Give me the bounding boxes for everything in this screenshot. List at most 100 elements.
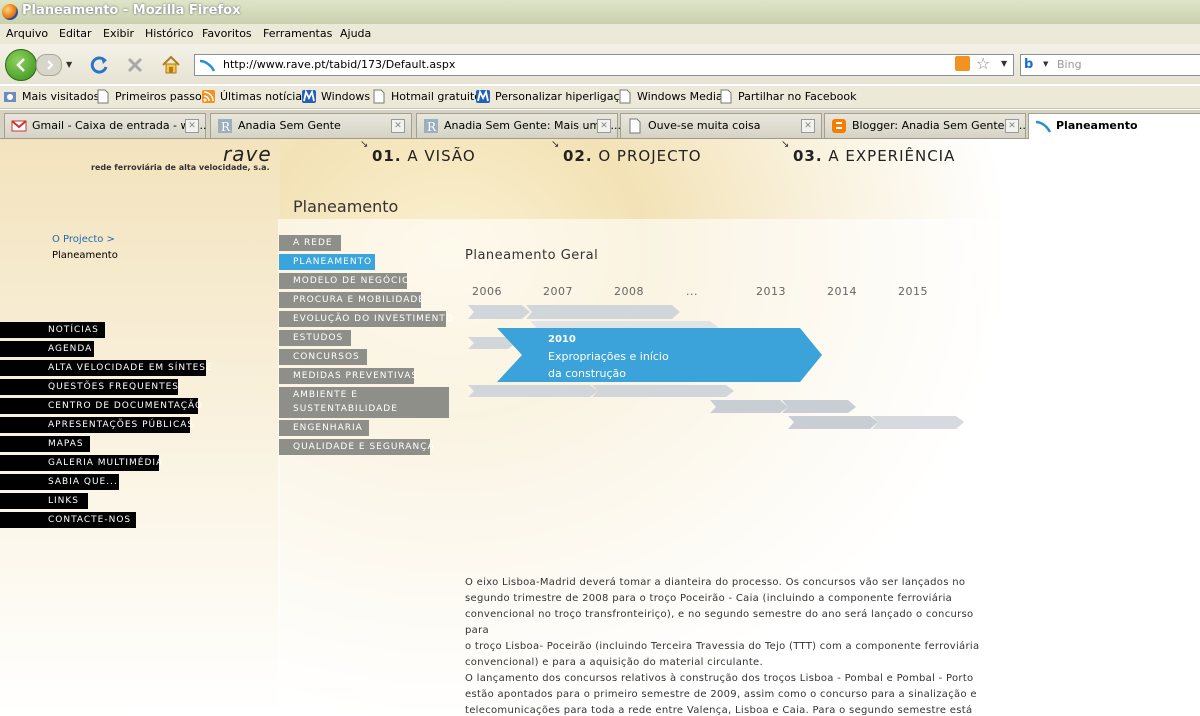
subnav-evolucao-investimento[interactable]: EVOLUÇÃO DO INVESTIMENTO: [279, 311, 453, 327]
timeline-year: 2015: [898, 285, 928, 298]
back-arrow-icon: [16, 58, 25, 72]
address-bar[interactable]: http://www.rave.pt/tabid/173/Default.asp…: [194, 54, 1014, 76]
msn-icon: [476, 89, 490, 103]
tab-ouve-se[interactable]: Ouve-se muita coisa ✕: [620, 113, 822, 138]
history-dropdown-icon[interactable]: ▼: [66, 60, 72, 69]
body-paragraph-1: O eixo Lisboa-Madrid deverá tomar a dian…: [465, 577, 980, 668]
subnav-ambiente-sustentabilidade[interactable]: AMBIENTE E SUSTENTABILIDADE: [279, 387, 449, 418]
close-tab-icon[interactable]: ✕: [597, 119, 611, 133]
menu-historico[interactable]: Histórico: [145, 27, 193, 40]
timeline-year: 2008: [614, 285, 644, 298]
menu-exibir[interactable]: Exibir: [103, 27, 134, 40]
subnav-engenharia[interactable]: ENGENHARIA: [279, 420, 369, 436]
page-icon: [619, 89, 631, 104]
timeline-highlight-year: 2010: [548, 334, 576, 345]
subnav-concursos[interactable]: CONCURSOS: [279, 349, 367, 365]
forward-button[interactable]: [36, 54, 62, 76]
topnav-o-projecto[interactable]: ↘ 02. O PROJECTO: [551, 139, 702, 165]
svg-text:R: R: [221, 120, 231, 134]
menu-ajuda[interactable]: Ajuda: [340, 27, 371, 40]
timeline-year: 2014: [827, 285, 857, 298]
section-title: Planeamento Geral: [465, 248, 599, 263]
home-icon[interactable]: [160, 54, 182, 76]
search-placeholder: Bing: [1057, 58, 1082, 71]
leftnav-galeria-multimedia[interactable]: GALERIA MULTIMÉDIA: [0, 455, 162, 471]
subnav-estudos[interactable]: ESTUDOS: [279, 330, 351, 346]
page-icon: [373, 89, 385, 104]
menu-favoritos[interactable]: Favoritos: [202, 27, 252, 40]
timeline-bar: [872, 416, 964, 429]
timeline-bar: [468, 385, 598, 397]
web-page: rave rede ferroviária de alta velocidade…: [0, 139, 1200, 716]
timeline-year: ...: [686, 285, 698, 298]
leftnav-links[interactable]: LINKS: [0, 493, 88, 509]
topnav-a-visao[interactable]: ↘ 01. A VISÃO: [360, 139, 476, 165]
tab-planeamento[interactable]: Planeamento: [1028, 113, 1200, 139]
tab-blogger[interactable]: Blogger: Anadia Sem Gente - ... ✕: [824, 113, 1026, 138]
bing-engine-icon[interactable]: b: [1024, 57, 1033, 72]
subnav-procura-mobilidade[interactable]: PROCURA E MOBILIDADE: [279, 292, 424, 308]
timeline-bar: [468, 305, 530, 319]
site-favicon-icon: [1035, 120, 1051, 133]
close-tab-icon[interactable]: ✕: [391, 119, 405, 133]
breadcrumb-parent-link[interactable]: O Projecto >: [52, 234, 115, 245]
rss-feed-icon[interactable]: [955, 56, 970, 71]
engine-dropdown-icon[interactable]: ▼: [1043, 60, 1048, 68]
timeline-highlight-line2: da construção: [548, 367, 627, 380]
close-tab-icon[interactable]: ✕: [801, 119, 815, 133]
menu-arquivo[interactable]: Arquivo: [6, 27, 48, 40]
tab-anadia-sem-gente[interactable]: R Anadia Sem Gente ✕: [210, 113, 412, 138]
leftnav-noticias[interactable]: NOTÍCIAS: [0, 322, 105, 338]
tab-anadia-mais-uma[interactable]: R Anadia Sem Gente: Mais uma ... ✕: [416, 113, 621, 138]
stop-icon[interactable]: [124, 54, 146, 76]
leftnav-contacte-nos[interactable]: CONTACTE-NOS: [0, 512, 136, 528]
bookmarks-toolbar: Mais visitados Primeiros passos Últimas …: [0, 86, 1200, 109]
subnav-planeamento[interactable]: PLANEAMENTO: [279, 254, 375, 270]
back-button[interactable]: [5, 49, 37, 81]
bookmark-star-icon[interactable]: ☆: [976, 54, 990, 73]
tab-gmail[interactable]: Gmail - Caixa de entrada - wo... ✕: [4, 113, 207, 138]
close-tab-icon[interactable]: ✕: [185, 119, 199, 133]
subnav-modelo-negocio[interactable]: MODELO DE NEGÓCIO: [279, 273, 409, 289]
leftnav-sabia-que[interactable]: SABIA QUE...: [0, 474, 119, 490]
url-dropdown-icon[interactable]: ▼: [1001, 59, 1007, 68]
timeline-year: 2013: [756, 285, 786, 298]
page-title: Planeamento: [293, 197, 399, 216]
timeline-highlight-line1: Expropriações e início: [548, 350, 669, 363]
leftnav-mapas[interactable]: MAPAS: [0, 436, 90, 452]
logo-tagline: rede ferroviária de alta velocidade, s.a…: [91, 163, 270, 172]
blog-r-icon: R: [424, 119, 438, 134]
subnav-qualidade-seguranca[interactable]: QUALIDADE E SEGURANÇA: [279, 439, 434, 455]
url-text: http://www.rave.pt/tabid/173/Default.asp…: [223, 58, 456, 71]
site-favicon-icon: [199, 59, 215, 72]
blogger-icon: [832, 119, 846, 133]
breadcrumb-current: Planeamento: [52, 250, 118, 261]
reload-icon[interactable]: [88, 54, 110, 76]
subnav-a-rede[interactable]: A REDE: [279, 235, 341, 251]
timeline-bar: [710, 400, 788, 413]
tab-strip: Gmail - Caixa de entrada - wo... ✕ R Ana…: [0, 110, 1200, 139]
window-title-bar: Planeamento - Mozilla Firefox: [0, 0, 1200, 25]
leftnav-centro-documentacao[interactable]: CENTRO DE DOCUMENTAÇÃO: [0, 398, 202, 414]
blog-r-icon: R: [218, 119, 232, 134]
subnav-medidas-preventivas[interactable]: MEDIDAS PREVENTIVAS: [279, 368, 417, 384]
search-box[interactable]: b ▼ Bing: [1020, 54, 1200, 76]
leftnav-apresentacoes-publicas[interactable]: APRESENTAÇÕES PÚBLICAS: [0, 417, 193, 433]
timeline-gantt: [468, 305, 964, 429]
menu-bar: Arquivo Editar Exibir Histórico Favorito…: [0, 24, 1200, 44]
leftnav-questoes-frequentes[interactable]: QUESTÕES FREQUENTES: [0, 379, 178, 395]
timeline-bar: [788, 416, 878, 429]
leftnav-alta-velocidade[interactable]: ALTA VELOCIDADE EM SÍNTESE: [0, 360, 212, 376]
page-icon: [720, 89, 732, 104]
corner-arrow-icon: ↘: [360, 139, 370, 150]
timeline-year: 2007: [543, 285, 573, 298]
firefox-logo-icon: [2, 4, 18, 20]
leftnav-agenda[interactable]: AGENDA: [0, 341, 94, 357]
forward-arrow-icon: [47, 60, 54, 70]
timeline-year: 2006: [472, 285, 502, 298]
menu-editar[interactable]: Editar: [59, 27, 92, 40]
page-icon: [97, 89, 109, 104]
menu-ferramentas[interactable]: Ferramentas: [263, 27, 332, 40]
topnav-a-experiencia[interactable]: ↘ 03. A EXPERIÊNCIA: [781, 139, 955, 165]
close-tab-icon[interactable]: ✕: [1005, 119, 1019, 133]
